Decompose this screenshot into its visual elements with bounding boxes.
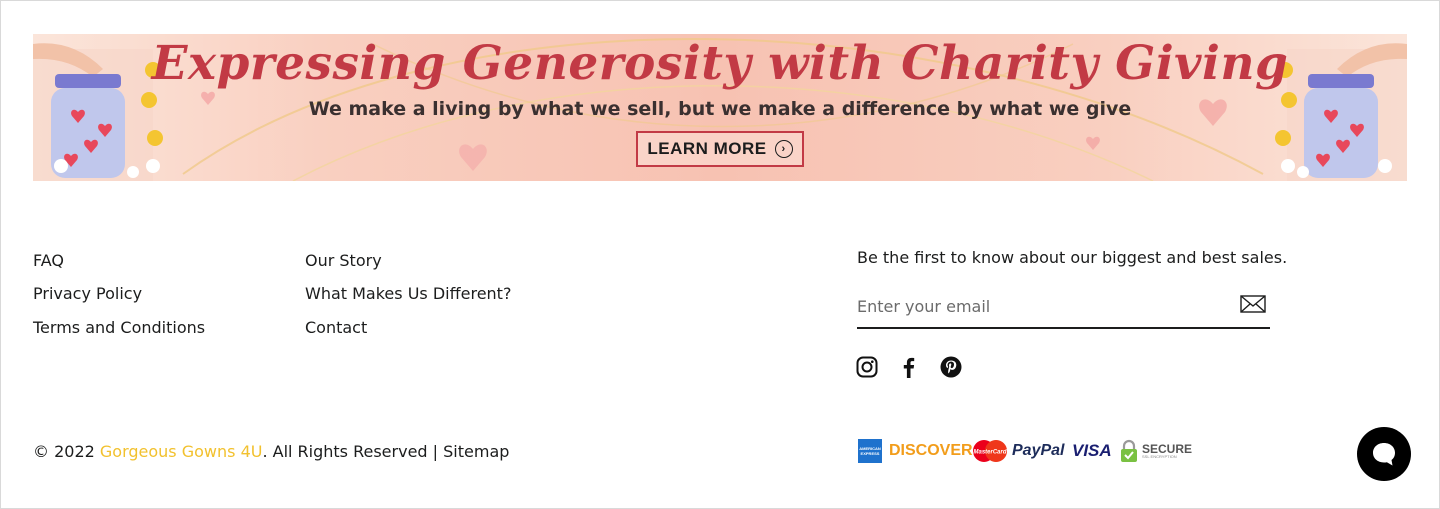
instagram-icon <box>856 356 878 378</box>
visa-logo: VISA <box>1072 441 1112 460</box>
chat-bubble-icon <box>1373 443 1395 466</box>
learn-more-label: LEARN MORE <box>647 139 767 158</box>
lock-icon <box>1121 439 1137 462</box>
pinterest-link[interactable] <box>940 356 962 378</box>
footer-link-what-makes-us-different[interactable]: What Makes Us Different? <box>305 284 511 303</box>
secure-badge: SECURE SSL ENCRYPTION <box>1120 438 1192 464</box>
mastercard-icon: MasterCard <box>973 440 1007 462</box>
instagram-link[interactable] <box>856 356 878 378</box>
learn-more-button[interactable]: LEARN MORE › <box>636 131 804 167</box>
newsletter-text: Be the first to know about our biggest a… <box>857 248 1288 267</box>
sitemap-link[interactable]: Sitemap <box>443 442 509 461</box>
mastercard-label: MasterCard <box>973 450 1006 456</box>
email-input[interactable] <box>857 292 1227 320</box>
chat-button[interactable] <box>1357 427 1411 481</box>
amex-icon: AMERICAN EXPRESS <box>858 439 882 463</box>
secure-sub-label: SSL ENCRYPTION <box>1142 454 1177 459</box>
footer-link-terms[interactable]: Terms and Conditions <box>33 318 205 337</box>
facebook-link[interactable] <box>898 356 920 378</box>
banner-title: Expressing Generosity with Charity Givin… <box>151 36 1289 91</box>
pinterest-icon <box>940 356 962 378</box>
footer-link-faq[interactable]: FAQ <box>33 251 64 270</box>
brand-link[interactable]: Gorgeous Gowns 4U <box>100 442 263 461</box>
footer-link-privacy-policy[interactable]: Privacy Policy <box>33 284 142 303</box>
paypal-logo: PayPal <box>1012 442 1065 459</box>
subscribe-button[interactable] <box>1240 294 1266 314</box>
facebook-icon <box>903 357 915 378</box>
copyright-suffix: . All Rights Reserved | <box>262 442 444 461</box>
banner-subtitle: We make a living by what we sell, but we… <box>308 98 1132 120</box>
copyright-prefix: © 2022 <box>33 442 100 461</box>
mastercard-logo: MasterCard <box>972 438 1008 464</box>
footer-link-our-story[interactable]: Our Story <box>305 251 382 270</box>
charity-banner[interactable]: Expressing Generosity with Charity Givin… <box>33 34 1407 181</box>
envelope-icon <box>1240 295 1266 313</box>
amex-logo: AMERICAN EXPRESS <box>858 438 882 464</box>
copyright: © 2022 Gorgeous Gowns 4U. All Rights Res… <box>33 442 509 461</box>
chevron-right-circle-icon: › <box>774 140 793 158</box>
footer-link-contact[interactable]: Contact <box>305 318 367 337</box>
discover-logo: DISCOVER <box>889 442 973 459</box>
newsletter-form <box>857 288 1270 329</box>
